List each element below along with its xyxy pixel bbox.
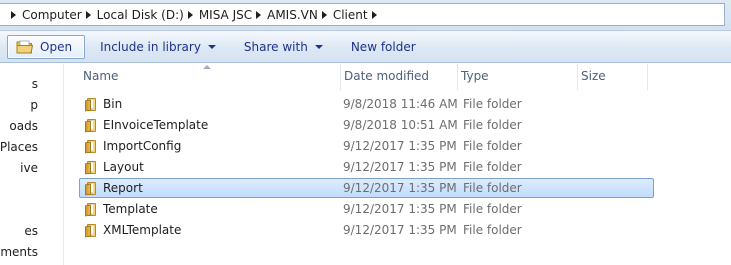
file-name: Report bbox=[103, 181, 143, 195]
file-date: 9/12/2017 1:35 PM bbox=[343, 223, 457, 237]
chevron-down-icon bbox=[207, 44, 216, 49]
breadcrumb[interactable]: Computer Local Disk (D:) MISA JSC AMIS.V… bbox=[0, 3, 725, 26]
folder-icon bbox=[85, 161, 98, 175]
column-header-date-modified[interactable]: Date modified bbox=[341, 64, 458, 90]
open-folder-icon bbox=[16, 39, 34, 55]
file-type: File folder bbox=[463, 223, 522, 237]
chevron-right-icon[interactable] bbox=[11, 10, 16, 19]
share-with-label: Share with bbox=[243, 39, 308, 54]
file-type: File folder bbox=[463, 97, 522, 111]
breadcrumb-amis-vn[interactable]: AMIS.VN bbox=[267, 8, 318, 22]
file-row-layout[interactable]: Layout 9/12/2017 1:35 PM File folder bbox=[79, 157, 654, 177]
command-toolbar: Open Include in library Share with New f… bbox=[0, 31, 731, 63]
nav-item-drive[interactable]: ive bbox=[0, 158, 38, 178]
file-name: EInvoiceTemplate bbox=[103, 118, 209, 132]
nav-item-downloads[interactable]: oads bbox=[0, 116, 38, 136]
file-name: ImportConfig bbox=[103, 139, 182, 153]
file-date: 9/12/2017 1:35 PM bbox=[343, 202, 457, 216]
file-row-xmltemplate[interactable]: XMLTemplate 9/12/2017 1:35 PM File folde… bbox=[79, 220, 654, 240]
chevron-right-icon[interactable] bbox=[321, 10, 327, 19]
file-row-einvoicetemplate[interactable]: EInvoiceTemplate 9/8/2018 10:51 AM File … bbox=[79, 115, 654, 135]
address-bar: Computer Local Disk (D:) MISA JSC AMIS.V… bbox=[0, 0, 731, 31]
nav-item-desktop[interactable]: p bbox=[0, 95, 38, 115]
column-header-type[interactable]: Type bbox=[458, 64, 578, 90]
file-date: 9/8/2018 10:51 AM bbox=[343, 118, 458, 132]
file-date: 9/12/2017 1:35 PM bbox=[343, 181, 457, 195]
file-date: 9/12/2017 1:35 PM bbox=[343, 160, 457, 174]
open-label: Open bbox=[40, 39, 73, 54]
nav-item-libraries[interactable]: es bbox=[0, 221, 38, 241]
chevron-right-icon[interactable] bbox=[256, 10, 262, 19]
file-list: Name Date modified Type Size Bin 9/8/201… bbox=[65, 64, 731, 265]
include-in-library-button[interactable]: Include in library bbox=[91, 35, 225, 59]
file-type: File folder bbox=[463, 160, 522, 174]
file-name: Template bbox=[103, 202, 158, 216]
open-button[interactable]: Open bbox=[7, 34, 86, 59]
nav-item-recent-places[interactable]: t Places bbox=[0, 137, 38, 157]
nav-item-favorites[interactable]: s bbox=[0, 74, 38, 94]
folder-icon bbox=[85, 140, 98, 154]
folder-icon bbox=[85, 98, 98, 112]
file-name: Bin bbox=[103, 97, 123, 111]
file-type: File folder bbox=[463, 181, 522, 195]
breadcrumb-client[interactable]: Client bbox=[333, 8, 368, 22]
breadcrumb-computer[interactable]: Computer bbox=[22, 8, 82, 22]
new-folder-label: New folder bbox=[350, 39, 416, 54]
file-type: File folder bbox=[463, 139, 522, 153]
chevron-right-icon[interactable] bbox=[371, 10, 377, 19]
column-headers: Name Date modified Type Size bbox=[65, 64, 731, 90]
column-header-name[interactable]: Name bbox=[80, 64, 341, 90]
file-type: File folder bbox=[463, 202, 522, 216]
chevron-right-icon[interactable] bbox=[187, 10, 193, 19]
file-type: File folder bbox=[463, 118, 522, 132]
file-date: 9/8/2018 11:46 AM bbox=[343, 97, 458, 111]
file-date: 9/12/2017 1:35 PM bbox=[343, 139, 457, 153]
file-row-importconfig[interactable]: ImportConfig 9/12/2017 1:35 PM File fold… bbox=[79, 136, 654, 156]
folder-icon bbox=[85, 182, 98, 196]
folder-icon bbox=[85, 119, 98, 133]
file-name: XMLTemplate bbox=[103, 223, 182, 237]
folder-icon bbox=[85, 224, 98, 238]
column-header-size[interactable]: Size bbox=[578, 64, 648, 90]
file-row-bin[interactable]: Bin 9/8/2018 11:46 AM File folder bbox=[79, 94, 654, 114]
chevron-right-icon[interactable] bbox=[85, 10, 91, 19]
file-name: Layout bbox=[103, 160, 144, 174]
folder-icon bbox=[85, 203, 98, 217]
breadcrumb-misa-jsc[interactable]: MISA JSC bbox=[199, 8, 252, 22]
file-row-template[interactable]: Template 9/12/2017 1:35 PM File folder bbox=[79, 199, 654, 219]
file-row-report[interactable]: Report 9/12/2017 1:35 PM File folder bbox=[79, 178, 654, 198]
share-with-button[interactable]: Share with bbox=[235, 35, 332, 59]
nav-item-documents[interactable]: uments bbox=[0, 242, 38, 262]
breadcrumb-local-disk[interactable]: Local Disk (D:) bbox=[97, 8, 184, 22]
navigation-pane: s p oads t Places ive es uments bbox=[0, 64, 64, 265]
include-in-library-label: Include in library bbox=[100, 39, 201, 54]
chevron-down-icon bbox=[314, 44, 323, 49]
new-folder-button[interactable]: New folder bbox=[342, 35, 425, 59]
